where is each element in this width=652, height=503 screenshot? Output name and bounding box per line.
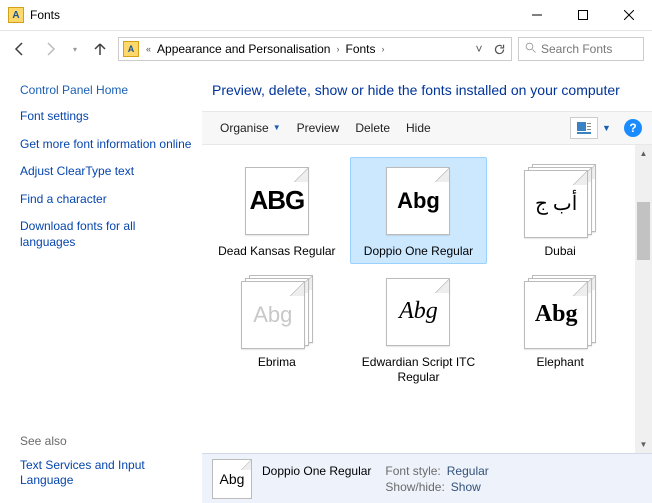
font-item[interactable]: أب ج Dubai — [491, 157, 629, 264]
refresh-button[interactable] — [489, 43, 509, 56]
details-style-label: Font style: — [385, 464, 440, 478]
details-font-name: Doppio One Regular — [262, 464, 371, 478]
sidebar-heading[interactable]: Control Panel Home — [20, 83, 192, 97]
search-input[interactable]: Search Fonts — [518, 37, 644, 61]
search-icon — [525, 42, 537, 57]
font-item[interactable]: Abg Ebrima — [208, 268, 346, 390]
up-button[interactable] — [88, 37, 112, 61]
preview-button[interactable]: Preview — [289, 117, 348, 139]
titlebar: A Fonts — [0, 0, 652, 31]
close-button[interactable] — [606, 0, 652, 30]
chevron-right-icon[interactable]: › — [379, 44, 388, 54]
scroll-track[interactable] — [635, 162, 652, 436]
delete-button[interactable]: Delete — [347, 117, 398, 139]
font-preview-icon: ABG — [241, 164, 313, 238]
font-item-label: Doppio One Regular — [364, 244, 473, 259]
minimize-button[interactable] — [514, 0, 560, 30]
sidebar-link-text-services[interactable]: Text Services and Input Language — [20, 458, 192, 489]
details-font-icon: Abg — [212, 459, 252, 499]
font-item[interactable]: Abg Elephant — [491, 268, 629, 390]
sidebar-link-download-fonts[interactable]: Download fonts for all languages — [20, 219, 192, 250]
help-button[interactable]: ? — [624, 119, 642, 137]
breadcrumb-seg2[interactable]: Fonts — [342, 42, 378, 56]
scrollbar[interactable]: ▲ ▼ — [635, 145, 652, 453]
see-also-heading: See also — [20, 434, 192, 448]
organise-button[interactable]: Organise▼ — [212, 117, 289, 139]
fonts-folder-icon: A — [8, 7, 24, 23]
font-grid: ABG Dead Kansas Regular Abg Doppio One Regu… — [202, 145, 635, 453]
font-item-label: Dead Kansas Regular — [218, 244, 335, 259]
font-preview-icon: Abg — [382, 164, 454, 238]
font-item[interactable]: ABG Dead Kansas Regular — [208, 157, 346, 264]
maximize-button[interactable] — [560, 0, 606, 30]
address-dropdown[interactable]: ˅ — [469, 42, 489, 56]
forward-button[interactable] — [38, 37, 62, 61]
sidebar-link-cleartype[interactable]: Adjust ClearType text — [20, 164, 192, 180]
font-item[interactable]: Abg Doppio One Regular — [350, 157, 488, 264]
main-panel: Preview, delete, show or hide the fonts … — [202, 67, 652, 503]
window-title: Fonts — [30, 8, 514, 22]
font-item-label: Ebrima — [258, 355, 296, 370]
font-item-label: Edwardian Script ITC Regular — [355, 355, 483, 385]
sidebar-link-find-char[interactable]: Find a character — [20, 192, 192, 208]
scroll-thumb[interactable] — [637, 202, 650, 260]
back-button[interactable] — [8, 37, 32, 61]
search-placeholder: Search Fonts — [541, 42, 612, 56]
details-show-value: Show — [451, 480, 481, 494]
view-mode-dropdown[interactable]: ▼ — [602, 123, 618, 133]
font-preview-icon: Abg — [524, 275, 596, 349]
font-item[interactable]: Abg Edwardian Script ITC Regular — [350, 268, 488, 390]
details-style-value: Regular — [447, 464, 489, 478]
font-item-label: Dubai — [544, 244, 575, 259]
breadcrumb-seg1[interactable]: Appearance and Personalisation — [154, 42, 333, 56]
details-show-label: Show/hide: — [385, 480, 444, 494]
toolbar: Organise▼ Preview Delete Hide ▼ ? — [202, 111, 652, 145]
font-preview-icon: Abg — [382, 275, 454, 349]
hide-button[interactable]: Hide — [398, 117, 439, 139]
font-item-label: Elephant — [536, 355, 583, 370]
history-dropdown[interactable]: ▾ — [68, 37, 82, 61]
sidebar-link-font-settings[interactable]: Font settings — [20, 109, 192, 125]
address-bar[interactable]: A « Appearance and Personalisation › Fon… — [118, 37, 512, 61]
font-preview-icon: Abg — [241, 275, 313, 349]
details-pane: Abg Doppio One Regular Font style: Regul… — [202, 453, 652, 503]
sidebar-link-more-info[interactable]: Get more font information online — [20, 137, 192, 153]
fonts-folder-icon: A — [123, 41, 139, 57]
font-preview-icon: أب ج — [524, 164, 596, 238]
chevron-left-icon[interactable]: « — [143, 44, 154, 54]
page-heading: Preview, delete, show or hide the fonts … — [202, 67, 652, 111]
navbar: ▾ A « Appearance and Personalisation › F… — [0, 31, 652, 67]
scroll-up-button[interactable]: ▲ — [635, 145, 652, 162]
chevron-right-icon[interactable]: › — [333, 44, 342, 54]
scroll-down-button[interactable]: ▼ — [635, 436, 652, 453]
view-mode-button[interactable] — [570, 117, 598, 139]
sidebar: Control Panel Home Font settings Get mor… — [0, 67, 202, 503]
